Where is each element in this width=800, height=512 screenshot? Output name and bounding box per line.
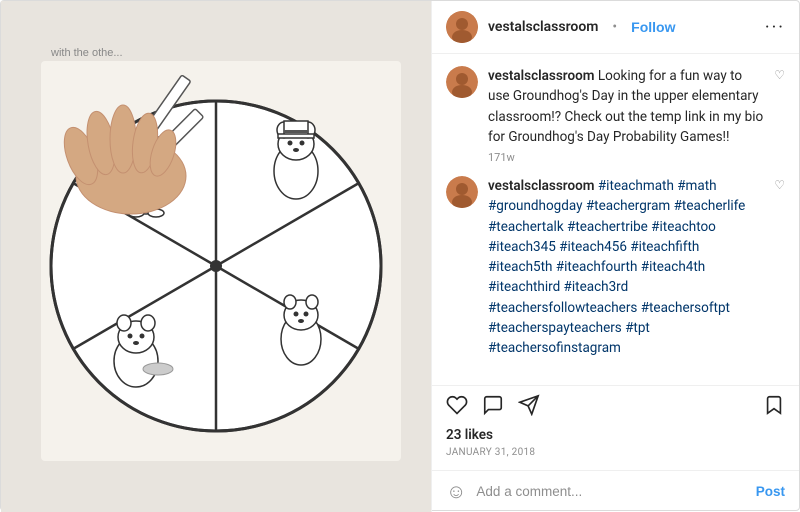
share-icon[interactable] [518, 394, 540, 421]
actions-bar: 23 likes January 31, 2018 [432, 385, 799, 470]
more-options-button[interactable]: ··· [765, 17, 785, 38]
action-icons-row [446, 394, 785, 421]
hashtag-text: vestalsclassroom #iteachmath #math #grou… [488, 176, 764, 358]
caption-avatar[interactable] [446, 66, 478, 98]
post-image: with the othe... [1, 1, 431, 512]
likes-count: 23 likes [446, 427, 785, 443]
hashtag-body: vestalsclassroom #iteachmath #math #grou… [488, 176, 764, 358]
caption-username[interactable]: vestalsclassroom [488, 68, 594, 84]
bookmark-icon[interactable] [763, 394, 785, 421]
hashtag-avatar[interactable] [446, 176, 478, 208]
hashtag-row: vestalsclassroom #iteachmath #math #grou… [446, 176, 785, 358]
caption-heart-icon[interactable]: ♡ [774, 68, 785, 82]
post-header: vestalsclassroom • Follow ··· [432, 1, 799, 54]
caption-text: vestalsclassroom Looking for a fun way t… [488, 66, 764, 147]
post-comment-button[interactable]: Post [756, 484, 785, 499]
post-date: January 31, 2018 [446, 447, 785, 458]
hashtag-heart-icon[interactable]: ♡ [774, 178, 785, 192]
comments-area: vestalsclassroom Looking for a fun way t… [432, 54, 799, 385]
caption-row: vestalsclassroom Looking for a fun way t… [446, 66, 785, 164]
comment-input[interactable] [476, 484, 745, 499]
profile-avatar[interactable] [446, 11, 478, 43]
emoji-button[interactable]: ☺ [446, 479, 466, 504]
comment-icon[interactable] [482, 394, 504, 421]
follow-button[interactable]: Follow [631, 19, 675, 35]
add-comment-row: ☺ Post [432, 470, 799, 512]
hashtag-content: #iteachmath #math #groundhogday #teacher… [488, 178, 745, 356]
caption-body: vestalsclassroom Looking for a fun way t… [488, 66, 764, 164]
content-panel: vestalsclassroom • Follow ··· vestalscla… [431, 1, 799, 512]
caption-time: 171w [488, 151, 764, 164]
svg-text:with the othe...: with the othe... [50, 47, 123, 59]
header-username[interactable]: vestalsclassroom [488, 19, 598, 35]
hashtag-username[interactable]: vestalsclassroom [488, 178, 594, 194]
header-dot: • [612, 19, 617, 35]
like-icon[interactable] [446, 394, 468, 421]
